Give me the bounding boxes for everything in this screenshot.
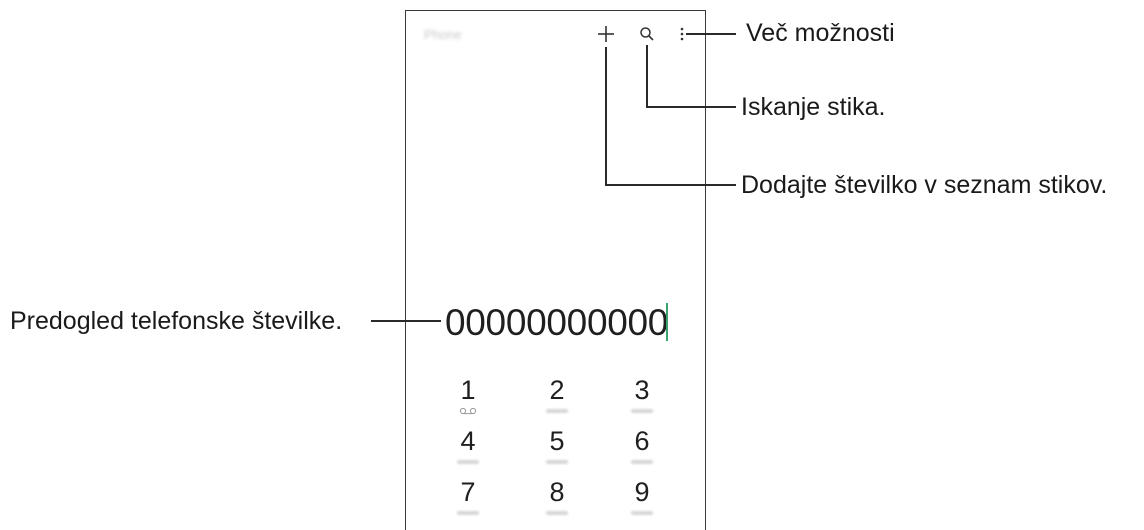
callout-add-number: Dodajte številko v seznam stikov.	[741, 171, 1108, 199]
dial-key-digit: 8	[549, 477, 565, 507]
text-cursor	[666, 303, 668, 341]
dial-key-letters	[457, 460, 479, 464]
dial-key-digit: 9	[634, 477, 650, 507]
dial-key-letters	[631, 511, 653, 515]
dial-key-letters	[546, 460, 568, 464]
dial-key-digit: 6	[634, 426, 650, 456]
app-title: Phone	[424, 27, 462, 42]
more-vertical-icon[interactable]	[679, 27, 685, 41]
callout-line-add-v	[605, 47, 607, 186]
search-icon[interactable]	[639, 26, 655, 42]
dial-key-letters	[546, 511, 568, 515]
dial-key-9[interactable]: 9	[622, 477, 662, 515]
dial-key-letters	[457, 511, 479, 515]
callout-number-preview: Predogled telefonske številke.	[10, 307, 343, 335]
callout-line-search-v	[646, 45, 648, 108]
dial-key-digit: 1	[460, 375, 476, 405]
dial-key-4[interactable]: 4	[448, 426, 488, 464]
dial-key-2[interactable]: 2	[537, 375, 577, 413]
dial-key-letters	[546, 409, 568, 413]
dial-key-1[interactable]: 1	[448, 375, 488, 415]
dial-key-digit: 7	[460, 477, 476, 507]
dial-key-digit: 2	[549, 375, 565, 405]
callout-line-search-h	[646, 106, 736, 108]
callout-line-more	[686, 33, 736, 35]
dial-key-letters	[631, 409, 653, 413]
dial-key-5[interactable]: 5	[537, 426, 577, 464]
dial-key-7[interactable]: 7	[448, 477, 488, 515]
plus-icon[interactable]	[596, 24, 616, 44]
dial-key-3[interactable]: 3	[622, 375, 662, 413]
dial-key-digit: 3	[634, 375, 650, 405]
callout-more-options: Več možnosti	[746, 19, 895, 47]
dial-key-6[interactable]: 6	[622, 426, 662, 464]
phone-number-display[interactable]: 00000000000	[445, 301, 668, 345]
callout-search-contacts: Iskanje stika.	[741, 93, 886, 121]
voicemail-icon	[459, 407, 477, 415]
dial-key-8[interactable]: 8	[537, 477, 577, 515]
dial-key-letters	[631, 460, 653, 464]
dial-key-digit: 4	[460, 426, 476, 456]
dial-key-digit: 5	[549, 426, 565, 456]
callout-line-add-h	[605, 184, 736, 186]
callout-line-number	[371, 320, 441, 322]
